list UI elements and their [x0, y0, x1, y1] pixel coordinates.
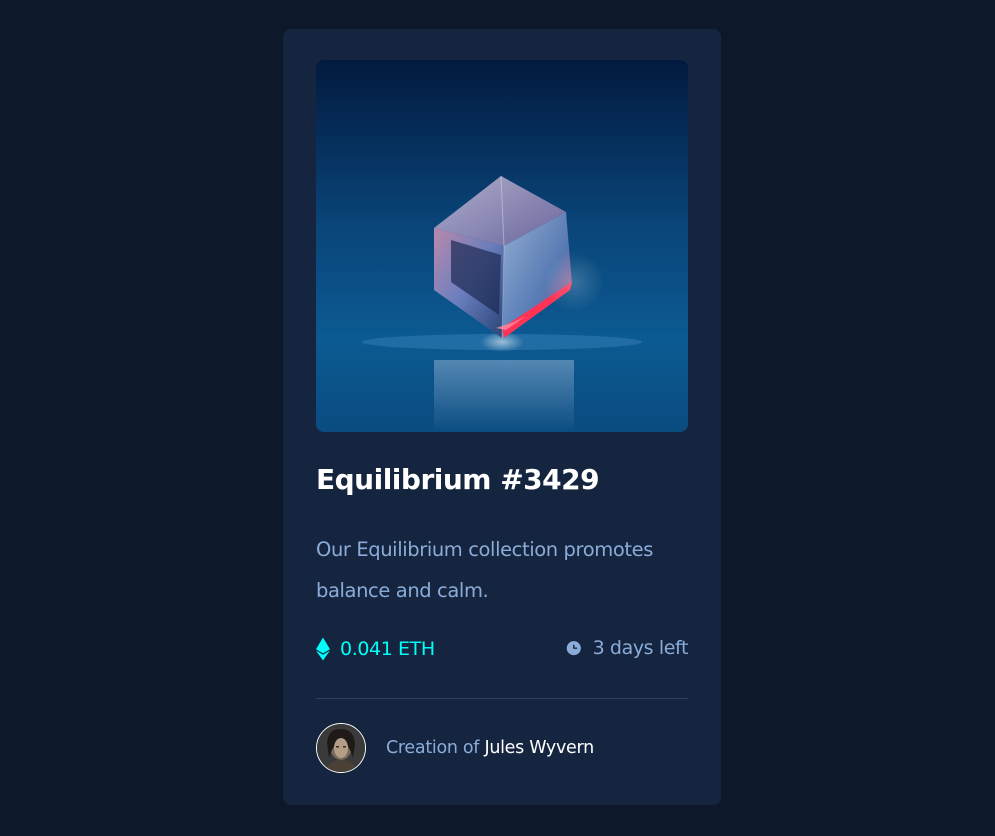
divider	[316, 698, 688, 699]
clock-icon	[566, 641, 581, 656]
creator-info: Creation of Jules Wyvern	[316, 723, 594, 773]
nft-card: Equilibrium #3429 Our Equilibrium collec…	[283, 29, 721, 805]
ethereum-icon	[316, 637, 330, 661]
nft-description: Our Equilibrium collection promotes bala…	[316, 538, 653, 602]
time-left-value: 3 days left	[592, 637, 689, 659]
creator-text: Creation of Jules Wyvern	[386, 738, 594, 758]
avatar	[316, 723, 366, 773]
time-left: 3 days left	[565, 637, 688, 659]
creator-name-link[interactable]: Jules Wyvern	[484, 738, 594, 758]
nft-title[interactable]: Equilibrium #3429	[316, 463, 600, 496]
creator-prefix: Creation of	[386, 738, 480, 758]
nft-image[interactable]	[316, 60, 688, 432]
price-value: 0.041 ETH	[340, 638, 435, 660]
price: 0.041 ETH	[316, 637, 435, 661]
nft-stats: 0.041 ETH 3 days left	[316, 637, 688, 667]
